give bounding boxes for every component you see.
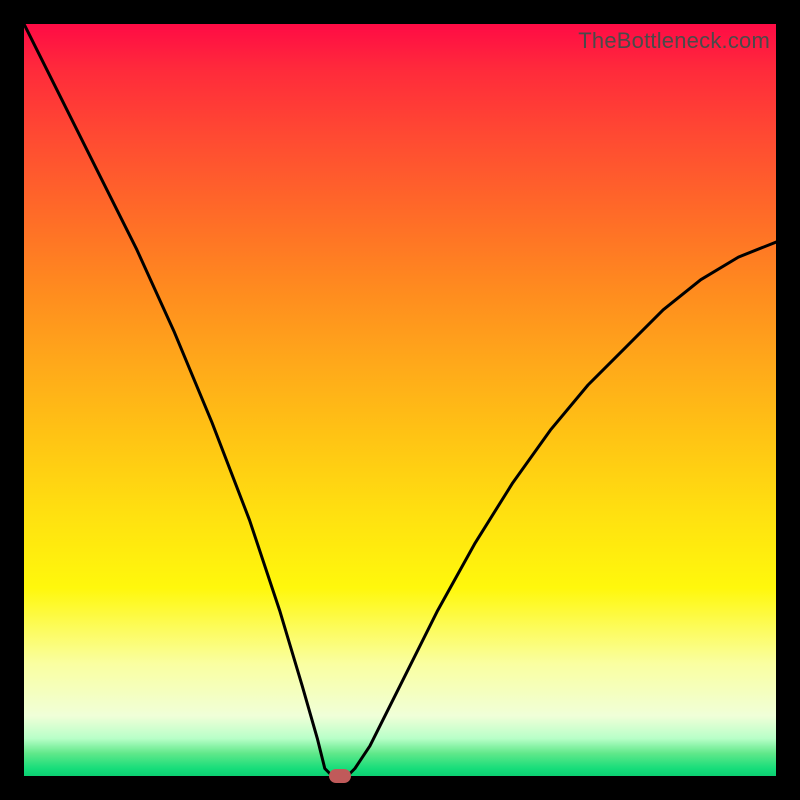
plot-area: TheBottleneck.com [24, 24, 776, 776]
optimal-marker [329, 769, 351, 783]
curve-path [24, 24, 776, 776]
chart-frame: TheBottleneck.com [0, 0, 800, 800]
bottleneck-curve [24, 24, 776, 776]
watermark-text: TheBottleneck.com [578, 28, 770, 54]
